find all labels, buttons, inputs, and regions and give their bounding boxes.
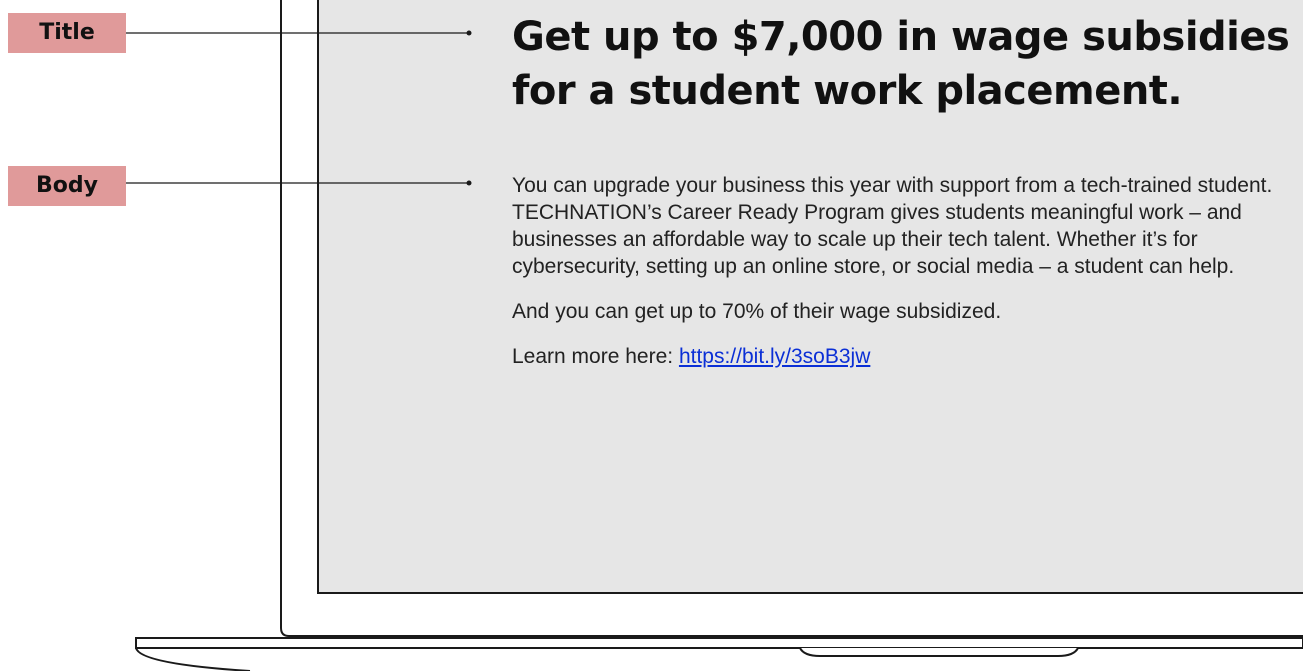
laptop-notch xyxy=(799,647,1079,657)
body-paragraph-2: And you can get up to 70% of their wage … xyxy=(512,300,1002,323)
laptop-base xyxy=(135,637,1303,649)
body-paragraph-1: You can upgrade your business this year … xyxy=(512,174,1273,278)
learn-more-line: Learn more here: https://bit.ly/3soB3jw xyxy=(512,343,1282,370)
learn-more-link[interactable]: https://bit.ly/3soB3jw xyxy=(679,345,870,368)
post-body: You can upgrade your business this year … xyxy=(512,172,1282,388)
learn-more-label: Learn more here: xyxy=(512,345,679,368)
title-annotation-tag: Title xyxy=(8,13,126,53)
post-headline: Get up to $7,000 in wage subsidies for a… xyxy=(512,14,1290,114)
body-annotation-tag: Body xyxy=(8,166,126,206)
